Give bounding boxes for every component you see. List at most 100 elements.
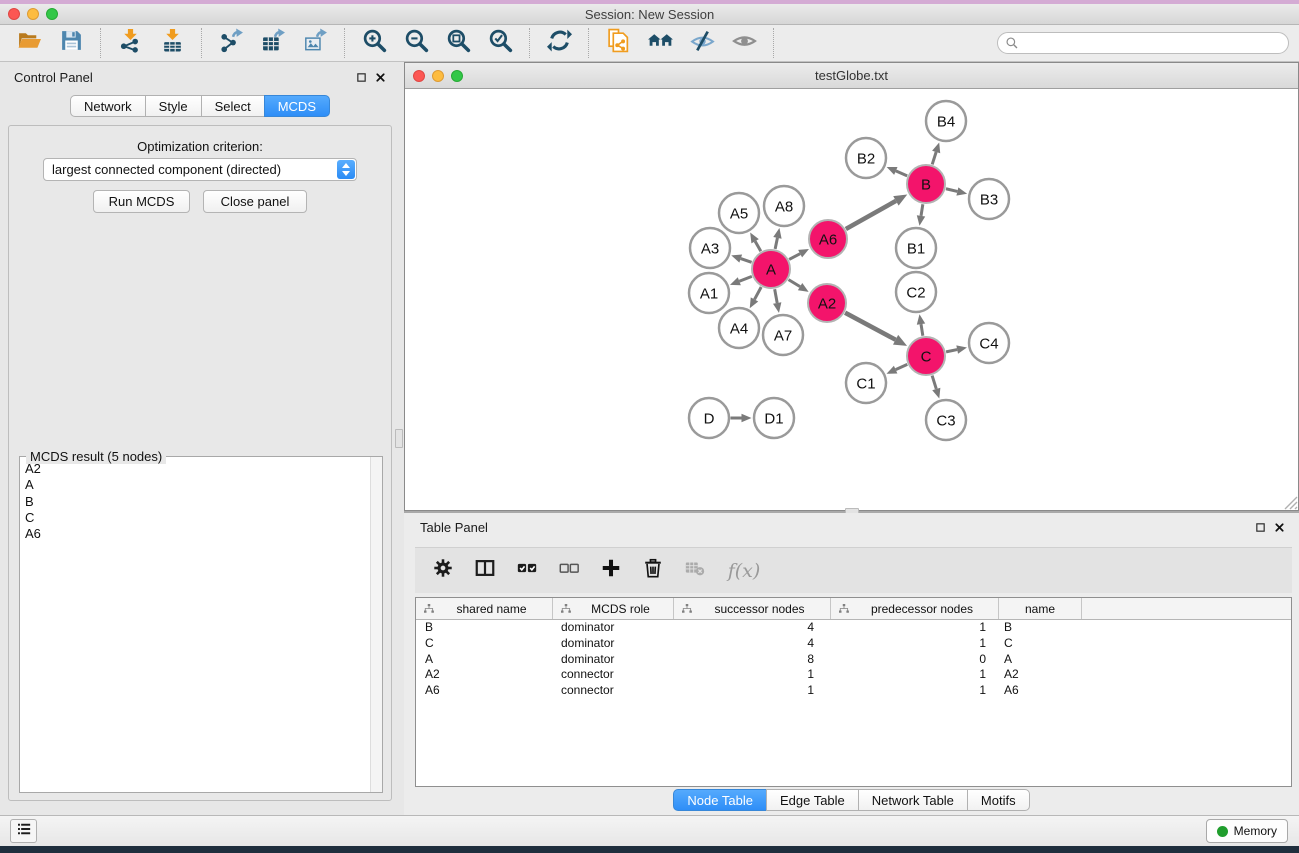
zoom-out-button[interactable] (398, 28, 434, 58)
table-cell[interactable]: dominator (552, 636, 673, 652)
table-cell[interactable]: 1 (830, 636, 998, 652)
task-history-button[interactable] (10, 819, 37, 843)
table-row[interactable]: A6connector11A6 (416, 683, 1291, 699)
graph-node-B[interactable]: B (907, 165, 945, 203)
graph-edge-A6-B[interactable] (846, 201, 896, 229)
delete-row-button[interactable] (639, 557, 667, 585)
graph-edge-C-C2[interactable] (921, 324, 923, 336)
tab-select[interactable]: Select (201, 95, 265, 117)
criterion-dropdown[interactable]: largest connected component (directed) (43, 158, 357, 181)
graph-node-A4[interactable]: A4 (719, 308, 759, 348)
column-header-MCDS-role[interactable]: MCDS role (552, 598, 673, 619)
export-table-button[interactable] (255, 28, 291, 58)
vertical-split-handle[interactable] (395, 429, 403, 448)
run-mcds-button[interactable]: Run MCDS (93, 190, 190, 213)
graph-node-B4[interactable]: B4 (926, 101, 966, 141)
graph-edge-B-B2[interactable] (896, 171, 907, 176)
table-cell[interactable]: A2 (998, 667, 1081, 683)
tab-network[interactable]: Network (70, 95, 146, 117)
zoom-fit-button[interactable] (440, 28, 476, 58)
zoom-in-button[interactable] (356, 28, 392, 58)
graph-node-A3[interactable]: A3 (690, 228, 730, 268)
graph-node-A[interactable]: A (752, 250, 790, 288)
graph-edge-B-B1[interactable] (921, 204, 923, 216)
close-table-panel-icon[interactable] (1274, 522, 1285, 533)
tab-mcds[interactable]: MCDS (264, 95, 330, 117)
first-neighbors-button[interactable] (642, 28, 678, 58)
network-canvas[interactable]: AA1A2A3A4A5A6A7A8BB1B2B3B4CC1C2C3C4DD1 (405, 89, 1298, 510)
graph-node-A6[interactable]: A6 (809, 220, 847, 258)
graph-node-B1[interactable]: B1 (896, 228, 936, 268)
table-cell[interactable]: dominator (552, 620, 673, 636)
table-cell[interactable]: 1 (830, 667, 998, 683)
show-all-button[interactable] (726, 28, 762, 58)
close-panel-button[interactable]: Close panel (203, 190, 307, 213)
table-cell[interactable]: B (998, 620, 1081, 636)
table-row[interactable]: Cdominator41C (416, 636, 1291, 652)
window-resize-grip[interactable] (1281, 493, 1298, 510)
table-cell[interactable]: 1 (830, 683, 998, 699)
column-header-successor-nodes[interactable]: successor nodes (673, 598, 830, 619)
refresh-button[interactable] (541, 28, 577, 58)
graph-edge-C-C4[interactable] (946, 350, 957, 352)
float-panel-icon[interactable] (356, 72, 367, 83)
import-table-button[interactable] (154, 28, 190, 58)
table-cell[interactable]: A6 (416, 683, 552, 699)
result-item[interactable]: C (20, 510, 370, 526)
search-input[interactable] (997, 32, 1289, 54)
split-columns-button[interactable] (471, 557, 499, 585)
tab-edge-table[interactable]: Edge Table (766, 789, 859, 811)
result-item[interactable]: A6 (20, 526, 370, 542)
graph-node-A1[interactable]: A1 (689, 273, 729, 313)
graph-node-C[interactable]: C (907, 337, 945, 375)
table-cell[interactable]: connector (552, 667, 673, 683)
table-cell[interactable]: 1 (673, 667, 830, 683)
graph-edge-C-C3[interactable] (932, 376, 936, 389)
table-cell[interactable]: A (998, 652, 1081, 668)
tab-motifs[interactable]: Motifs (967, 789, 1030, 811)
graph-node-A5[interactable]: A5 (719, 193, 759, 233)
graph-node-D1[interactable]: D1 (754, 398, 794, 438)
tab-style[interactable]: Style (145, 95, 202, 117)
graph-node-C2[interactable]: C2 (896, 272, 936, 312)
hide-selected-button[interactable] (684, 28, 720, 58)
graph-edge-A-A6[interactable] (789, 254, 800, 260)
table-cell[interactable]: 1 (830, 620, 998, 636)
network-window-titlebar[interactable]: testGlobe.txt (405, 63, 1298, 89)
table-cell[interactable]: 0 (830, 652, 998, 668)
table-cell[interactable]: A6 (998, 683, 1081, 699)
table-cell[interactable]: 1 (673, 683, 830, 699)
result-item[interactable]: A2 (20, 461, 370, 477)
graph-edge-A-A1[interactable] (739, 276, 752, 281)
graph-node-A8[interactable]: A8 (764, 186, 804, 226)
graph-node-C4[interactable]: C4 (969, 323, 1009, 363)
graph-node-A2[interactable]: A2 (808, 284, 846, 322)
table-row[interactable]: Bdominator41B (416, 620, 1291, 636)
graph-edge-A-A8[interactable] (775, 238, 777, 249)
table-cell[interactable]: 8 (673, 652, 830, 668)
zoom-selected-button[interactable] (482, 28, 518, 58)
table-cell[interactable]: dominator (552, 652, 673, 668)
table-cell[interactable]: A (416, 652, 552, 668)
import-network-button[interactable] (112, 28, 148, 58)
column-header-shared-name[interactable]: shared name (416, 598, 552, 619)
export-image-button[interactable] (297, 28, 333, 58)
graph-edge-B-B4[interactable] (932, 152, 936, 164)
graph-edge-A-A5[interactable] (755, 241, 761, 251)
save-session-button[interactable] (53, 28, 89, 58)
new-network-from-selection-button[interactable] (600, 28, 636, 58)
table-row[interactable]: Adominator80A (416, 652, 1291, 668)
table-cell[interactable]: connector (552, 683, 673, 699)
close-panel-icon[interactable] (375, 72, 386, 83)
graph-edge-A-A4[interactable] (754, 287, 761, 299)
select-all-button[interactable] (513, 557, 541, 585)
column-header-predecessor-nodes[interactable]: predecessor nodes (830, 598, 998, 619)
table-cell[interactable]: A2 (416, 667, 552, 683)
graph-edge-A-A7[interactable] (775, 289, 778, 303)
graph-node-C1[interactable]: C1 (846, 363, 886, 403)
tab-node-table[interactable]: Node Table (673, 789, 767, 811)
open-file-button[interactable] (11, 28, 47, 58)
deselect-all-button[interactable] (555, 557, 583, 585)
graph-edge-C-C1[interactable] (896, 364, 908, 369)
table-cell[interactable]: 4 (673, 620, 830, 636)
